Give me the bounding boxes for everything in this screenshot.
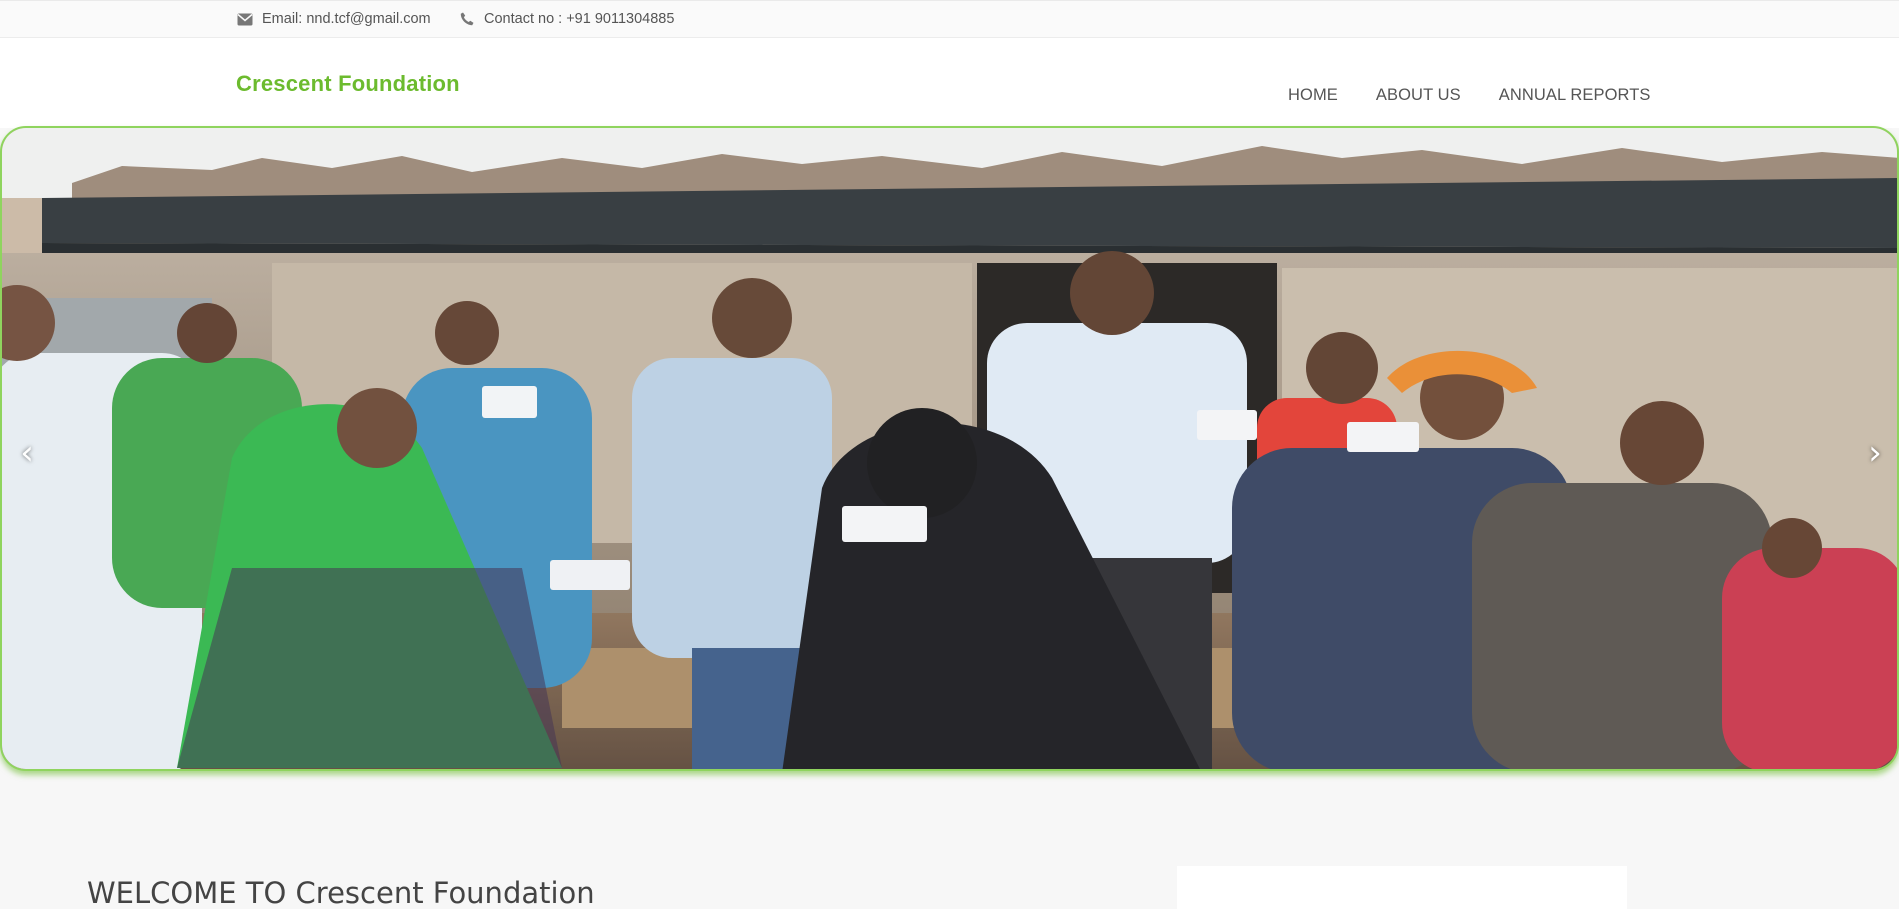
brand-logo-link[interactable]: Crescent Foundation xyxy=(236,71,460,97)
top-contact-bar: Email: nnd.tcf@gmail.com Contact no : +9… xyxy=(0,0,1899,38)
slider-next-arrow[interactable]: › xyxy=(1860,433,1890,473)
nav-item-about-us[interactable]: ABOUT US xyxy=(1376,86,1461,105)
email-contact[interactable]: Email: nnd.tcf@gmail.com xyxy=(236,10,431,28)
nav-item-annual-reports[interactable]: ANNUAL REPORTS xyxy=(1499,86,1651,105)
sidebar-card xyxy=(1177,866,1627,909)
hero-slider: ‹ › xyxy=(0,126,1899,771)
main-nav: HOME ABOUT US ANNUAL REPORTS xyxy=(1288,86,1651,105)
site-header: Crescent Foundation HOME ABOUT US ANNUAL… xyxy=(0,38,1899,128)
slide-photo xyxy=(2,128,1897,769)
phone-icon xyxy=(458,10,476,28)
phone-contact[interactable]: Contact no : +91 9011304885 xyxy=(458,10,674,28)
slider-prev-arrow[interactable]: ‹ xyxy=(12,433,42,473)
envelope-icon xyxy=(236,10,254,28)
welcome-heading: WELCOME TO Crescent Foundation xyxy=(87,876,595,909)
nav-item-home[interactable]: HOME xyxy=(1288,86,1338,105)
phone-text: Contact no : +91 9011304885 xyxy=(484,11,675,27)
email-text: Email: nnd.tcf@gmail.com xyxy=(262,11,431,27)
